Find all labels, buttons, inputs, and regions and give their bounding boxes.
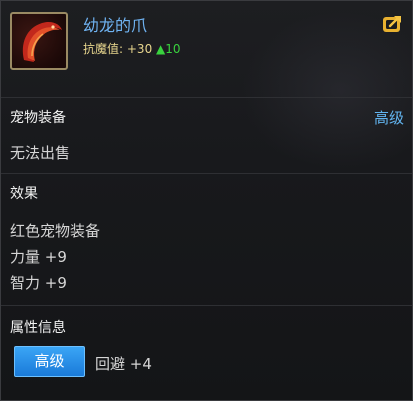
divider (1, 97, 412, 98)
divider (1, 305, 412, 306)
item-tooltip-panel: 幼龙的爪 抗魔值: +30 ▲10 宠物装备 高级 无法出售 效果 红色宠物装备… (0, 0, 413, 401)
effect-line: 力量 +9 (10, 248, 67, 266)
red-claw-icon (10, 12, 68, 70)
attributes-heading: 属性信息 (10, 320, 66, 336)
divider (1, 173, 412, 174)
item-name: 幼龙的爪 (83, 16, 148, 35)
background-glow (241, 11, 412, 171)
pet-equipment-heading: 宠物装备 (10, 110, 66, 126)
share-icon[interactable] (382, 14, 404, 34)
effect-line: 智力 +9 (10, 274, 67, 292)
item-stat-line: 抗魔值: +30 ▲10 (83, 40, 181, 57)
stat-label: 抗魔值: (83, 42, 124, 56)
sell-status: 无法出售 (10, 144, 71, 162)
effects-heading: 效果 (10, 186, 38, 202)
stat-value: +30 (126, 42, 153, 56)
grade-label: 高级 (373, 109, 404, 127)
effect-line: 红色宠物装备 (10, 222, 101, 240)
dodge-stat: 回避 +4 (95, 355, 152, 373)
stat-increase: ▲10 (156, 42, 181, 56)
grade-badge: 高级 (14, 346, 85, 377)
